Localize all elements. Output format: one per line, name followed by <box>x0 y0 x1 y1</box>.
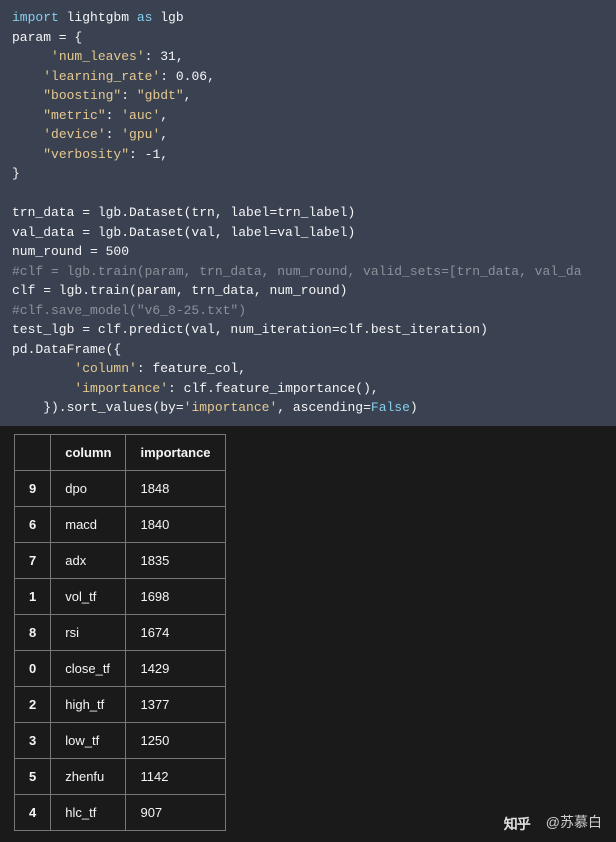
row-column: adx <box>51 542 126 578</box>
row-index: 6 <box>15 506 51 542</box>
row-importance: 907 <box>126 794 225 830</box>
row-index: 2 <box>15 686 51 722</box>
row-column: close_tf <box>51 650 126 686</box>
row-index: 4 <box>15 794 51 830</box>
row-column: dpo <box>51 470 126 506</box>
watermark: 知乎 @苏慕白 <box>504 812 602 832</box>
row-importance: 1250 <box>126 722 225 758</box>
row-column: macd <box>51 506 126 542</box>
header-column: column <box>51 434 126 470</box>
row-column: zhenfu <box>51 758 126 794</box>
header-importance: importance <box>126 434 225 470</box>
table-row: 0close_tf1429 <box>15 650 226 686</box>
row-importance: 1429 <box>126 650 225 686</box>
table-row: 5zhenfu1142 <box>15 758 226 794</box>
table-row: 4hlc_tf907 <box>15 794 226 830</box>
row-column: hlc_tf <box>51 794 126 830</box>
row-index: 3 <box>15 722 51 758</box>
code-block: import lightgbm as lgb param = { 'num_le… <box>0 0 616 426</box>
feature-importance-table-wrap: column importance 9dpo18486macd18407adx1… <box>0 426 616 839</box>
row-column: rsi <box>51 614 126 650</box>
row-index: 5 <box>15 758 51 794</box>
table-row: 7adx1835 <box>15 542 226 578</box>
row-importance: 1835 <box>126 542 225 578</box>
table-row: 1vol_tf1698 <box>15 578 226 614</box>
watermark-author: @苏慕白 <box>546 812 602 832</box>
feature-importance-table: column importance 9dpo18486macd18407adx1… <box>14 434 226 831</box>
table-row: 8rsi1674 <box>15 614 226 650</box>
row-index: 0 <box>15 650 51 686</box>
row-index: 8 <box>15 614 51 650</box>
row-importance: 1377 <box>126 686 225 722</box>
row-column: high_tf <box>51 686 126 722</box>
row-column: low_tf <box>51 722 126 758</box>
header-index <box>15 434 51 470</box>
row-importance: 1840 <box>126 506 225 542</box>
row-index: 1 <box>15 578 51 614</box>
zhihu-logo: 知乎 <box>504 814 540 830</box>
row-column: vol_tf <box>51 578 126 614</box>
row-importance: 1142 <box>126 758 225 794</box>
row-importance: 1848 <box>126 470 225 506</box>
table-row: 6macd1840 <box>15 506 226 542</box>
row-index: 7 <box>15 542 51 578</box>
row-importance: 1674 <box>126 614 225 650</box>
table-row: 3low_tf1250 <box>15 722 226 758</box>
row-index: 9 <box>15 470 51 506</box>
table-row: 9dpo1848 <box>15 470 226 506</box>
row-importance: 1698 <box>126 578 225 614</box>
table-row: 2high_tf1377 <box>15 686 226 722</box>
